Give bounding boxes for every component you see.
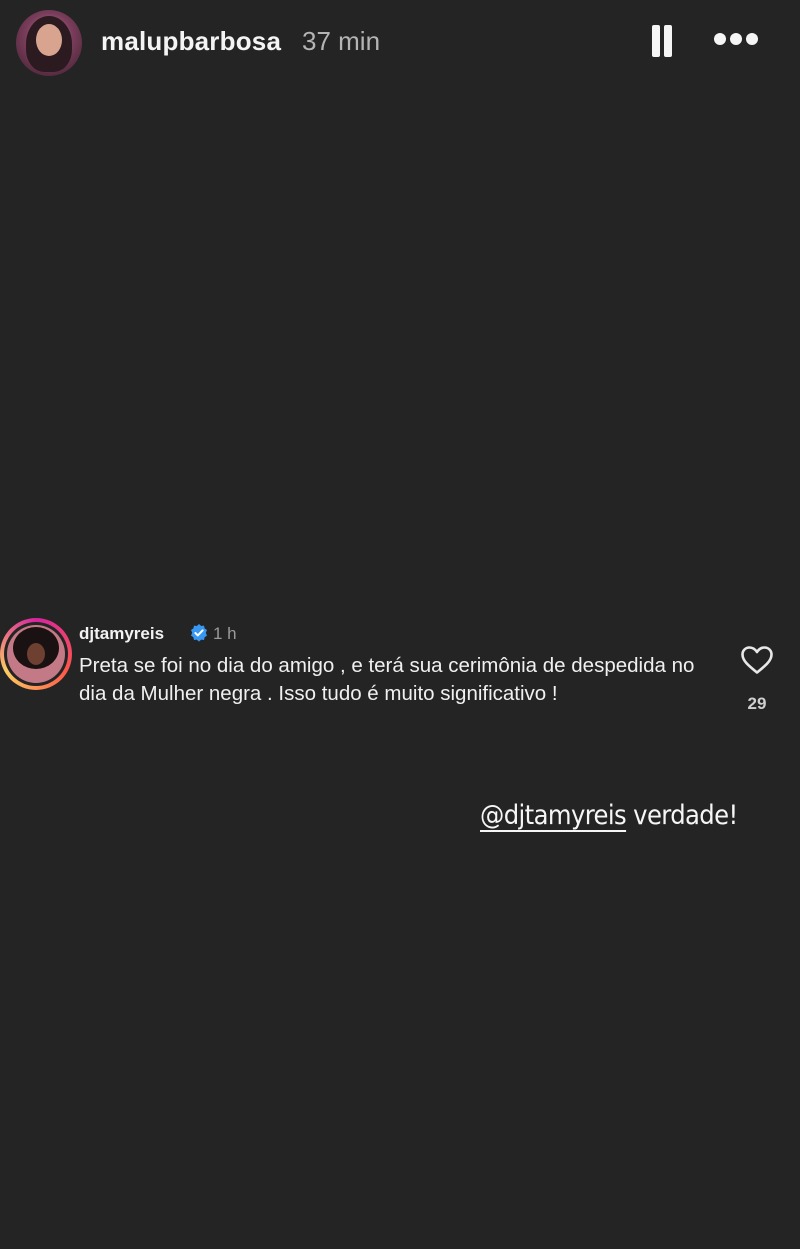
verified-icon — [191, 624, 207, 642]
comment-author-username[interactable]: djtamyreis — [79, 624, 164, 644]
story-author-avatar[interactable] — [16, 10, 82, 76]
comment-timestamp: 1 h — [213, 624, 237, 643]
heart-icon[interactable] — [740, 645, 774, 675]
story-viewer: malupbarbosa 37 min djtamyreis 1 h Preta… — [0, 0, 800, 1249]
mention-link[interactable]: @djtamyreis — [480, 800, 627, 831]
story-caption: @djtamyreis verdade! — [480, 800, 738, 831]
pause-icon[interactable] — [650, 25, 674, 59]
shared-comment: djtamyreis 1 h Preta se foi no dia do am… — [0, 612, 800, 762]
comment-author-avatar[interactable] — [0, 618, 72, 690]
story-author-username[interactable]: malupbarbosa — [101, 26, 281, 57]
story-header: malupbarbosa 37 min — [0, 0, 800, 86]
story-timestamp: 37 min — [302, 26, 381, 56]
caption-text: verdade! — [626, 800, 738, 831]
like-count: 29 — [747, 694, 767, 713]
more-icon[interactable] — [712, 32, 762, 50]
comment-text: Preta se foi no dia do amigo , e terá su… — [79, 654, 695, 705]
